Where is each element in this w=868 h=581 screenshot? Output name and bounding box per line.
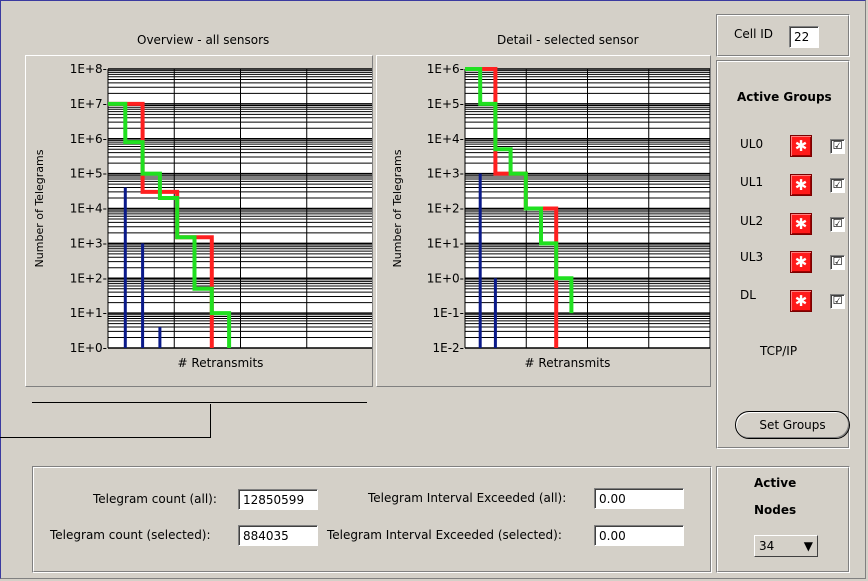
group-checkbox-ul1[interactable]: ☑ — [830, 178, 845, 193]
y-axis-label: Number of Telegrams — [391, 149, 404, 267]
interval-selected-field[interactable]: 0.00 — [594, 525, 684, 546]
interval-all-field[interactable]: 0.00 — [594, 488, 684, 509]
x-axis-label: # Retransmits — [178, 356, 264, 370]
y-tick-label: 1E+2- — [70, 271, 107, 285]
y-tick-label: 1E+3- — [427, 167, 464, 181]
interval-all-label: Telegram Interval Exceeded (all): — [368, 491, 567, 505]
stats-box — [32, 466, 712, 573]
group-checkbox-ul0[interactable]: ☑ — [830, 139, 845, 154]
count-selected-field[interactable]: 884035 — [238, 525, 318, 546]
group-label-ul1: UL1 — [740, 175, 764, 189]
y-tick-label: 1E+4- — [427, 132, 464, 146]
y-tick-label: 1E-1- — [432, 306, 464, 320]
y-tick-label: 1E+0- — [70, 341, 107, 355]
connector-line — [210, 404, 211, 438]
overview-title: Overview - all sensors — [137, 33, 270, 47]
group-label-dl: DL — [740, 288, 756, 302]
group-checkbox-ul3[interactable]: ☑ — [830, 255, 845, 270]
y-tick-label: 1E+3- — [70, 236, 107, 250]
cell-id-input[interactable]: 22 — [789, 26, 819, 48]
count-all-field[interactable]: 12850599 — [238, 489, 318, 510]
y-tick-label: 1E-2- — [432, 341, 464, 355]
asterisk-icon[interactable]: ✱ — [790, 290, 812, 312]
y-tick-label: 1E+1- — [427, 236, 464, 250]
group-checkbox-dl[interactable]: ☑ — [830, 294, 845, 309]
group-label-ul0: UL0 — [740, 137, 764, 151]
detail-title: Detail - selected sensor — [497, 33, 639, 47]
y-tick-label: 1E+5- — [427, 97, 464, 111]
asterisk-icon[interactable]: ✱ — [790, 174, 812, 196]
y-tick-label: 1E+2- — [427, 202, 464, 216]
group-checkbox-ul2[interactable]: ☑ — [830, 217, 845, 232]
detail-chart-panel: 1E+6- 1E+5- 1E+4- 1E+3- 1E+2- 1E+1- 1E+0- 1E-1-… — [376, 55, 711, 387]
y-tick-label: 1E+0- — [427, 271, 464, 285]
overview-chart: 1E+8- 1E+7- 1E+6- 1E+5- 1E+4- 1E+3- 1E+2- 1E+1-… — [33, 62, 374, 370]
active-nodes-title-line1: Active — [754, 476, 797, 490]
asterisk-icon[interactable]: ✱ — [790, 135, 812, 157]
y-axis-label: Number of Telegrams — [33, 149, 46, 267]
triangle-down-icon: ▼ — [803, 539, 813, 553]
active-groups-title: Active Groups — [737, 90, 832, 104]
divider-line — [32, 402, 367, 403]
active-nodes-select[interactable]: 34 ▼ — [754, 535, 818, 557]
count-selected-label: Telegram count (selected): — [50, 528, 211, 542]
y-tick-label: 1E+4- — [70, 202, 107, 216]
set-groups-button[interactable]: Set Groups — [735, 411, 850, 439]
x-axis-label: # Retransmits — [525, 356, 611, 370]
y-tick-label: 1E+8- — [70, 62, 107, 76]
overview-chart-panel: 1E+8- 1E+7- 1E+6- 1E+5- 1E+4- 1E+3- 1E+2- 1E+1-… — [25, 55, 374, 387]
active-nodes-value: 34 — [759, 539, 775, 553]
y-tick-label: 1E+5- — [70, 167, 107, 181]
y-tick-label: 1E+7- — [70, 97, 107, 111]
interval-selected-label: Telegram Interval Exceeded (selected): — [327, 528, 562, 542]
detail-chart: 1E+6- 1E+5- 1E+4- 1E+3- 1E+2- 1E+1- 1E+0- 1E-1-… — [391, 62, 711, 370]
asterisk-icon[interactable]: ✱ — [790, 251, 812, 273]
y-tick-label: 1E+1- — [70, 306, 107, 320]
asterisk-icon[interactable]: ✱ — [790, 213, 812, 235]
protocol-label: TCP/IP — [760, 344, 798, 358]
group-label-ul2: UL2 — [740, 214, 764, 228]
count-all-label: Telegram count (all): — [93, 492, 217, 506]
group-label-ul3: UL3 — [740, 250, 764, 264]
active-nodes-title-line2: Nodes — [754, 503, 797, 517]
y-tick-label: 1E+6- — [427, 62, 464, 76]
connector-line — [0, 437, 211, 438]
y-tick-label: 1E+6- — [70, 132, 107, 146]
cell-id-label: Cell ID — [734, 27, 774, 41]
